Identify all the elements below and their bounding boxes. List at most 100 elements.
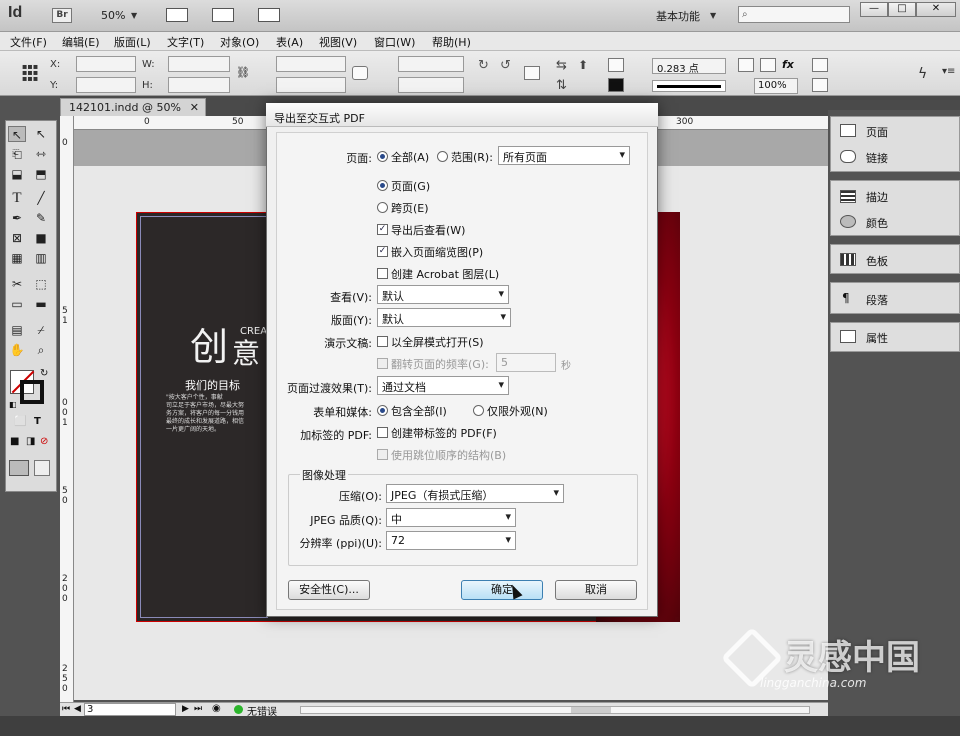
- rotation-field[interactable]: [398, 56, 464, 72]
- vertical-grid-tool-icon[interactable]: ▥: [32, 250, 50, 266]
- ok-button[interactable]: 确定: [461, 580, 543, 600]
- export-pages-label[interactable]: 页面(G): [391, 178, 430, 194]
- menu-file[interactable]: 文件(F): [10, 34, 47, 50]
- appearance-only-radio[interactable]: [473, 405, 484, 416]
- flip-frequency-field[interactable]: 5: [496, 353, 556, 372]
- type-tool-icon[interactable]: T: [8, 190, 26, 206]
- stroke-panel-tab[interactable]: 描边: [866, 189, 888, 205]
- horizontal-scrollbar[interactable]: [300, 706, 810, 714]
- note-tool-icon[interactable]: ▤: [8, 322, 26, 338]
- shear-field[interactable]: [398, 77, 464, 93]
- fullscreen-checkbox[interactable]: [377, 336, 388, 347]
- menu-layout[interactable]: 版面(L): [114, 34, 151, 50]
- rectangle-frame-tool-icon[interactable]: ⊠: [8, 230, 26, 246]
- apply-gradient-icon[interactable]: ◨: [26, 436, 35, 447]
- document-tab[interactable]: 142101.indd @ 50% ✕: [60, 98, 206, 116]
- y-field[interactable]: [76, 77, 136, 93]
- rectangle-tool-icon[interactable]: ■: [32, 230, 50, 246]
- workspace-dropdown-icon[interactable]: ▼: [710, 11, 716, 20]
- color-panel-tab[interactable]: 颜色: [866, 215, 888, 231]
- menu-help[interactable]: 帮助(H): [432, 34, 471, 50]
- select-container-icon[interactable]: ⬆: [578, 58, 588, 72]
- stroke-color-icon[interactable]: [20, 380, 44, 404]
- scale-y-field[interactable]: [276, 77, 346, 93]
- fullscreen-label[interactable]: 以全屏模式打开(S): [391, 334, 484, 350]
- free-transform-tool-icon[interactable]: ⬚: [32, 276, 50, 292]
- swatches-panel-tab[interactable]: 色板: [866, 253, 888, 269]
- restore-button[interactable]: □: [888, 2, 916, 17]
- scale-lock-icon[interactable]: [352, 66, 368, 80]
- create-tagged-pdf-label[interactable]: 创建带标签的 PDF(F): [391, 425, 497, 441]
- constrain-proportions-icon[interactable]: ⛓: [236, 66, 250, 79]
- opacity-field[interactable]: 100%: [754, 78, 798, 94]
- page-range-select[interactable]: 所有页面: [498, 146, 630, 165]
- include-all-label[interactable]: 包含全部(I): [391, 403, 447, 419]
- embed-thumbnails-checkbox[interactable]: ✓: [377, 246, 388, 257]
- formatting-container-icon[interactable]: ⬜: [14, 416, 26, 427]
- drop-shadow-icon[interactable]: [760, 58, 776, 72]
- tab-order-checkbox[interactable]: [377, 449, 388, 460]
- bridge-button[interactable]: Br: [52, 8, 72, 23]
- menu-edit[interactable]: 编辑(E): [62, 34, 100, 50]
- frame-fitting-icon[interactable]: [738, 58, 754, 72]
- object-style-icon[interactable]: [812, 78, 828, 92]
- eyedropper-tool-icon[interactable]: ⌿: [32, 322, 50, 338]
- hand-tool-icon[interactable]: ✋: [8, 342, 26, 358]
- pages-icon[interactable]: [840, 124, 856, 137]
- pages-range-label[interactable]: 范围(R):: [451, 149, 493, 165]
- minimize-button[interactable]: —: [860, 2, 888, 17]
- appearance-only-label[interactable]: 仅限外观(N): [487, 403, 548, 419]
- horizontal-grid-tool-icon[interactable]: ▦: [8, 250, 26, 266]
- zoom-dropdown-icon[interactable]: ▼: [131, 11, 137, 20]
- text-wrap-icon[interactable]: [812, 58, 828, 72]
- pen-tool-icon[interactable]: ✒: [8, 210, 26, 226]
- x-field[interactable]: [76, 56, 136, 72]
- paragraph-icon[interactable]: ¶: [842, 291, 850, 305]
- screen-mode-icon[interactable]: [212, 8, 234, 22]
- swatches-icon[interactable]: [840, 253, 856, 266]
- gap-tool-icon[interactable]: ⇿: [32, 146, 50, 162]
- attributes-icon[interactable]: [840, 330, 856, 343]
- acrobat-layers-label[interactable]: 创建 Acrobat 图层(L): [391, 266, 499, 282]
- line-tool-icon[interactable]: ╱: [32, 190, 50, 206]
- menu-window[interactable]: 窗口(W): [374, 34, 415, 50]
- create-tagged-pdf-checkbox[interactable]: [377, 427, 388, 438]
- arrange-documents-icon[interactable]: [258, 8, 280, 22]
- swap-colors-icon[interactable]: ↻: [40, 368, 48, 379]
- links-panel-tab[interactable]: 链接: [866, 150, 888, 166]
- page-tool-icon[interactable]: ⎗: [8, 146, 26, 162]
- export-spreads-label[interactable]: 跨页(E): [391, 200, 429, 216]
- direct-selection-tool-icon[interactable]: ↖: [32, 126, 50, 142]
- view-after-export-label[interactable]: 导出后查看(W): [391, 222, 465, 238]
- pages-all-radio[interactable]: [377, 151, 388, 162]
- view-after-export-checkbox[interactable]: ✓: [377, 224, 388, 235]
- close-window-button[interactable]: ✕: [916, 2, 956, 17]
- zoom-level[interactable]: 50%: [101, 9, 125, 22]
- links-icon[interactable]: [840, 150, 856, 163]
- view-options-icon[interactable]: [166, 8, 188, 22]
- close-tab-icon[interactable]: ✕: [190, 101, 199, 114]
- next-page-icon[interactable]: ▶: [182, 704, 189, 714]
- gradient-swatch-tool-icon[interactable]: ▭: [8, 296, 26, 312]
- stroke-swatch-icon[interactable]: [608, 58, 624, 72]
- stroke-icon[interactable]: [840, 190, 856, 203]
- view-select[interactable]: 默认: [377, 285, 509, 304]
- content-placer-icon[interactable]: ⬒: [32, 166, 50, 182]
- color-icon[interactable]: [840, 215, 856, 228]
- rotate-ccw-icon[interactable]: ↺: [500, 58, 511, 73]
- rotate-cw-icon[interactable]: ↻: [478, 58, 489, 73]
- security-button[interactable]: 安全性(C)...: [288, 580, 370, 600]
- fill-swatch-icon[interactable]: [608, 78, 624, 92]
- flip-pages-checkbox[interactable]: [377, 358, 388, 369]
- reference-point-icon[interactable]: ▪▪▪ ▪▪▪ ▪▪▪: [22, 63, 42, 84]
- open-page-icon[interactable]: ◉: [212, 703, 221, 714]
- quick-apply-icon[interactable]: ϟ: [918, 66, 927, 82]
- apply-none-icon[interactable]: ⊘: [40, 436, 48, 447]
- stroke-weight-field[interactable]: 0.283 点: [652, 58, 726, 75]
- zoom-tool-icon[interactable]: ⌕: [32, 342, 50, 358]
- menu-view[interactable]: 视图(V): [319, 34, 357, 50]
- layout-select[interactable]: 默认: [377, 308, 511, 327]
- page-transitions-select[interactable]: 通过文档: [377, 376, 509, 395]
- workspace-switcher[interactable]: 基本功能: [656, 8, 700, 24]
- export-spreads-radio[interactable]: [377, 202, 388, 213]
